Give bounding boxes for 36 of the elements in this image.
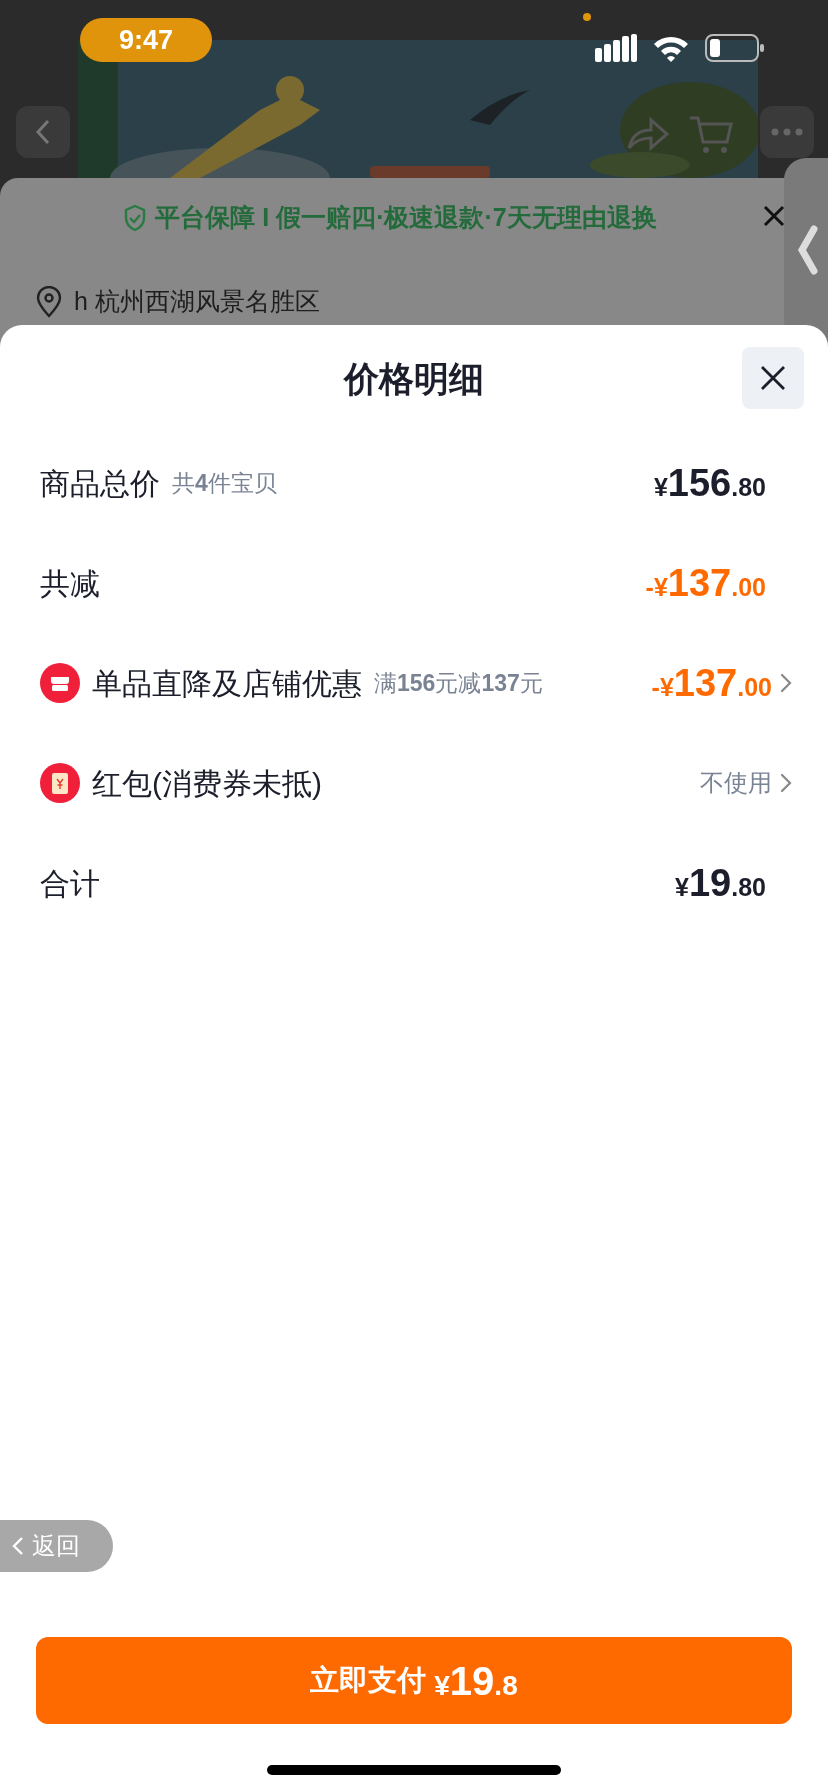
sheet-title: 价格明细	[344, 357, 484, 400]
row-value: 不使用	[700, 768, 772, 798]
close-icon[interactable]	[763, 205, 785, 227]
more-button[interactable]	[760, 106, 814, 158]
more-icon	[771, 128, 803, 136]
address-text[interactable]: h 杭州西湖风景名胜区	[74, 283, 320, 321]
store-icon	[40, 663, 80, 703]
envelope-icon	[40, 763, 80, 803]
wifi-icon	[652, 34, 690, 62]
row-amount: -¥137.00	[651, 660, 772, 706]
time-pill: 9:47	[80, 18, 212, 62]
row-note: 满156元减137元	[374, 668, 543, 698]
battery-icon	[705, 34, 765, 62]
shield-icon	[123, 204, 148, 232]
chevron-icon	[796, 225, 818, 275]
row-label: 红包(消费券未抵)	[92, 765, 322, 802]
signal-icon	[595, 34, 637, 62]
row-amount: -¥137.00	[645, 560, 766, 606]
row-amount: ¥19.80	[675, 860, 766, 906]
row-note: 共4件宝贝	[172, 468, 277, 498]
row-label: 合计	[40, 865, 100, 902]
side-handle[interactable]	[784, 158, 828, 342]
close-button[interactable]	[742, 347, 804, 409]
row-label: 共减	[40, 565, 100, 602]
return-label: 返回	[32, 1531, 80, 1561]
back-icon	[35, 119, 51, 145]
return-button[interactable]: 返回	[0, 1520, 113, 1572]
guarantee-text: 平台保障 I 假一赔四·极速退款·7天无理由退换	[155, 202, 657, 234]
pay-button[interactable]: 立即支付 ¥19.8	[36, 1637, 792, 1724]
close-icon	[760, 365, 786, 391]
back-button[interactable]	[16, 106, 70, 158]
row-amount: ¥156.80	[653, 460, 766, 506]
row-label: 商品总价	[40, 465, 160, 502]
back-icon	[12, 1536, 24, 1556]
row-label: 单品直降及店铺优惠	[92, 665, 362, 702]
location-icon	[36, 286, 62, 318]
